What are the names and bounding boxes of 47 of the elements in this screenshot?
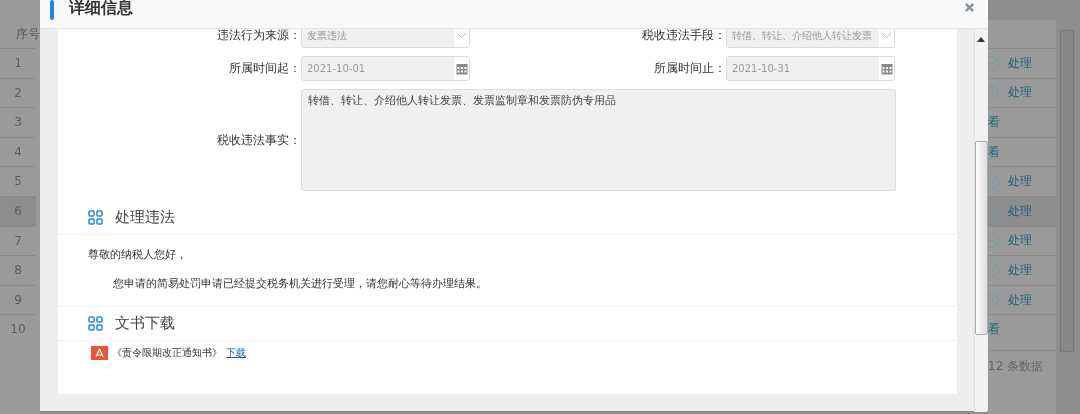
action-link[interactable]: 处理 bbox=[1008, 84, 1032, 102]
action-link[interactable]: 处理 bbox=[1008, 54, 1032, 72]
text-area[interactable]: 转借、转让、介绍他人转让发票、发票监制章和发票防伪专用品 bbox=[301, 89, 896, 191]
action-link[interactable]: 处理 bbox=[1008, 232, 1032, 250]
table-cell: 2 bbox=[0, 77, 36, 108]
field-label: 税收违法手段： bbox=[641, 29, 726, 44]
greeting-text: 尊敬的纳税人您好， bbox=[88, 247, 188, 263]
pdf-icon bbox=[91, 346, 108, 360]
field-label: 所属时间起： bbox=[228, 60, 301, 77]
section-title: 文书下载 bbox=[115, 314, 175, 333]
scroll-up-icon[interactable] bbox=[977, 37, 985, 42]
action-link[interactable]: 处理 bbox=[1008, 291, 1032, 309]
table-cell: 5 bbox=[0, 166, 36, 196]
more-icon[interactable] bbox=[988, 204, 1002, 219]
table-cell: 3 bbox=[0, 107, 36, 137]
grid-icon bbox=[88, 316, 103, 331]
action-link[interactable]: 看 bbox=[988, 143, 1000, 161]
table-cell: 4 bbox=[0, 136, 36, 167]
more-icon[interactable] bbox=[988, 263, 1002, 278]
table-cell: 7 bbox=[0, 225, 36, 256]
download-link[interactable]: 下载 bbox=[226, 346, 246, 360]
message-text: 您申请的简易处罚申请已经提交税务机关进行受理，请您耐心等待办理结果。 bbox=[113, 276, 488, 292]
field-label: 违法行为来源： bbox=[216, 29, 301, 44]
section-title: 处理违法 bbox=[115, 208, 175, 227]
action-link[interactable]: 看 bbox=[988, 114, 1000, 131]
document-name: 《责令限期改正通知书》 bbox=[112, 346, 222, 360]
more-icon[interactable] bbox=[988, 293, 1002, 308]
field-label: 税收违法事实： bbox=[216, 131, 301, 149]
more-icon[interactable] bbox=[988, 233, 1002, 248]
dialog-title: 详细信息 bbox=[69, 0, 133, 18]
action-link[interactable]: 看 bbox=[988, 321, 1000, 339]
more-icon[interactable] bbox=[988, 174, 1002, 189]
action-link[interactable]: 处理 bbox=[1008, 261, 1032, 279]
table-cell: 9 bbox=[0, 284, 36, 315]
more-icon[interactable] bbox=[988, 85, 1002, 100]
close-icon[interactable] bbox=[964, 2, 975, 13]
chevron-down-icon bbox=[881, 32, 892, 39]
scroll-thumb[interactable] bbox=[974, 141, 988, 335]
more-icon[interactable] bbox=[988, 56, 1002, 71]
action-link[interactable]: 处理 bbox=[1008, 173, 1032, 191]
table-cell: 1 bbox=[0, 48, 36, 78]
table-cell: 8 bbox=[0, 255, 36, 285]
grid-icon bbox=[88, 210, 103, 225]
chevron-down-icon bbox=[456, 32, 467, 39]
table-cell: 10 bbox=[0, 314, 36, 344]
column-header: 序号 bbox=[15, 26, 40, 43]
field-label: 所属时间止： bbox=[653, 60, 726, 77]
